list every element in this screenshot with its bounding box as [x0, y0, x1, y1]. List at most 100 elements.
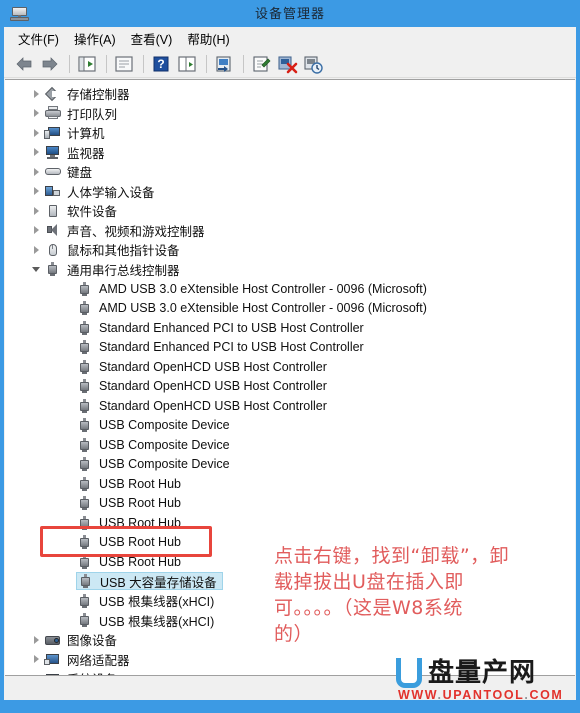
show-hide-console-tree-button[interactable] — [75, 52, 99, 76]
properties-button[interactable] — [112, 52, 136, 76]
tree-item-label: Standard OpenHCD USB Host Controller — [99, 359, 327, 374]
tree-item[interactable]: USB Composite Device — [5, 435, 575, 455]
chevron-right-icon[interactable] — [30, 223, 44, 237]
help-button[interactable]: ? — [149, 52, 173, 76]
chevron-right-icon[interactable] — [30, 145, 44, 159]
usb-plug-icon — [76, 417, 94, 433]
storage-controller-icon — [44, 86, 62, 102]
tree-item[interactable]: 人体学输入设备 — [5, 182, 575, 202]
tree-item[interactable]: USB Root Hub — [5, 513, 575, 533]
tree-item[interactable]: Standard Enhanced PCI to USB Host Contro… — [5, 318, 575, 338]
tree-item[interactable]: Standard OpenHCD USB Host Controller — [5, 377, 575, 397]
keyboard-icon — [44, 164, 62, 180]
view-button[interactable] — [175, 52, 199, 76]
tree-item-label: USB Composite Device — [99, 457, 230, 472]
forward-button[interactable] — [38, 52, 62, 76]
properties-icon — [115, 55, 133, 72]
tree-item[interactable]: 存储控制器 — [5, 84, 575, 104]
title-bar[interactable]: 设备管理器 — [0, 0, 580, 27]
annotation-line-2: 载掉拔出U盘在插入即 — [274, 571, 464, 593]
usb-plug-icon — [76, 515, 94, 531]
disable-device-button[interactable] — [301, 52, 325, 76]
chevron-right-icon[interactable] — [30, 126, 44, 140]
speaker-icon — [44, 222, 62, 238]
monitor-icon — [44, 144, 62, 160]
menu-help[interactable]: 帮助(H) — [183, 27, 240, 50]
usb-plug-icon — [76, 554, 94, 570]
tree-item-label: Standard Enhanced PCI to USB Host Contro… — [99, 340, 364, 355]
tree-item-label: USB Root Hub — [99, 535, 181, 550]
toolbar-separator — [143, 54, 144, 73]
tree-item-label: USB Composite Device — [99, 418, 230, 433]
back-button[interactable] — [12, 52, 36, 76]
tree-item[interactable]: USB Root Hub — [5, 494, 575, 514]
toolbar-separator — [106, 54, 107, 73]
tree-item-label: USB 大容量存储设备 — [100, 575, 217, 590]
tree-item-label: Standard OpenHCD USB Host Controller — [99, 379, 327, 394]
tree-item-label: 键盘 — [67, 166, 93, 181]
menu-bar: 文件(F) 操作(A) 查看(V) 帮助(H) — [4, 27, 576, 50]
chevron-down-icon[interactable] — [30, 262, 44, 276]
tree-item-label: 存储控制器 — [67, 88, 130, 103]
tree-item[interactable]: USB Composite Device — [5, 455, 575, 475]
logo-u-icon — [396, 658, 422, 688]
tree-item-label: Standard OpenHCD USB Host Controller — [99, 398, 327, 413]
tree-item[interactable]: USB Root Hub — [5, 474, 575, 494]
tree-item[interactable]: 计算机 — [5, 123, 575, 143]
tree-item[interactable]: Standard Enhanced PCI to USB Host Contro… — [5, 338, 575, 358]
chevron-right-icon[interactable] — [30, 633, 44, 647]
annotation-text: 点击右键，找到“卸载”，卸 载掉拔出U盘在插入即 可。。。。（这是W8系统 的） — [274, 543, 574, 647]
tree-item[interactable]: 键盘 — [5, 162, 575, 182]
tree-item[interactable]: 监视器 — [5, 143, 575, 163]
tree-item[interactable]: AMD USB 3.0 eXtensible Host Controller -… — [5, 299, 575, 319]
selected-item[interactable]: USB 大容量存储设备 — [76, 572, 223, 591]
tree-item-label: USB Root Hub — [99, 496, 181, 511]
tree-item[interactable]: AMD USB 3.0 eXtensible Host Controller -… — [5, 279, 575, 299]
uninstall-device-button[interactable] — [275, 52, 299, 76]
toolbar-separator — [69, 54, 70, 73]
update-driver-button[interactable] — [249, 52, 273, 76]
usb-plug-icon — [76, 378, 94, 394]
annotation-line-3: 可。。。。（这是W8系统 — [274, 597, 463, 619]
tree-item[interactable]: 打印队列 — [5, 104, 575, 124]
chevron-right-icon[interactable] — [30, 184, 44, 198]
toolbar: ? — [4, 50, 576, 78]
chevron-right-icon[interactable] — [30, 106, 44, 120]
tree-item[interactable]: 鼠标和其他指针设备 — [5, 240, 575, 260]
tree-item-label: 图像设备 — [67, 634, 118, 649]
chevron-right-icon[interactable] — [30, 243, 44, 257]
usb-plug-icon — [76, 398, 94, 414]
tree-item-label: AMD USB 3.0 eXtensible Host Controller -… — [99, 281, 427, 296]
usb-plug-icon — [76, 359, 94, 375]
toolbar-separator — [243, 54, 244, 73]
tree-item[interactable]: USB Composite Device — [5, 416, 575, 436]
tree-item[interactable]: Standard OpenHCD USB Host Controller — [5, 396, 575, 416]
annotation-line-4: 的） — [274, 623, 314, 645]
chevron-right-icon[interactable] — [30, 165, 44, 179]
usb-plug-icon — [76, 437, 94, 453]
menu-file[interactable]: 文件(F) — [14, 27, 70, 50]
menu-view[interactable]: 查看(V) — [127, 27, 184, 50]
tree-item[interactable]: 声音、视频和游戏控制器 — [5, 221, 575, 241]
view-panel-icon — [178, 55, 196, 72]
chevron-right-icon[interactable] — [30, 204, 44, 218]
chevron-right-icon[interactable] — [30, 652, 44, 666]
menu-action[interactable]: 操作(A) — [70, 27, 127, 50]
tree-item-label: 人体学输入设备 — [67, 185, 155, 200]
window-title: 设备管理器 — [254, 6, 325, 21]
tree-item[interactable]: 通用串行总线控制器 — [5, 260, 575, 280]
scan-hardware-changes-button[interactable] — [212, 52, 236, 76]
tree-item[interactable]: 软件设备 — [5, 201, 575, 221]
chevron-right-icon[interactable] — [30, 87, 44, 101]
tree-item[interactable]: Standard OpenHCD USB Host Controller — [5, 357, 575, 377]
